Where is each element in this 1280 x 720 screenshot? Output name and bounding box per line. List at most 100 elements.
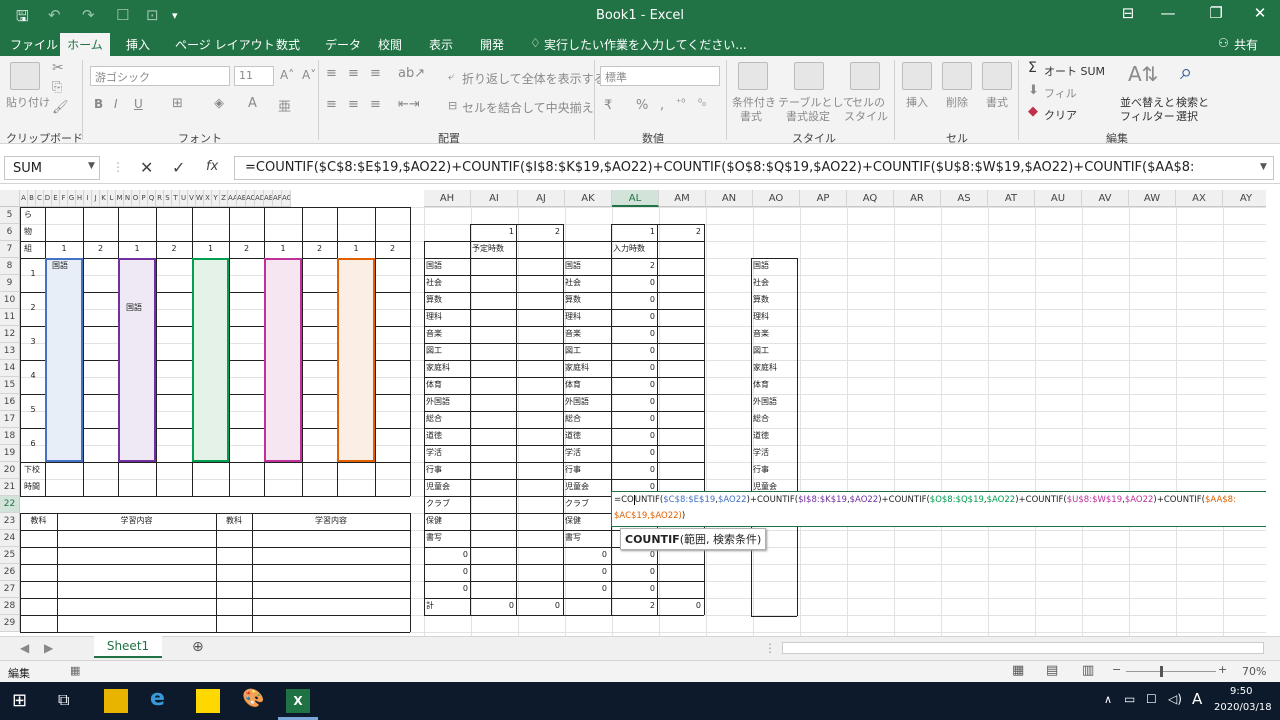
bold-icon[interactable]: B <box>94 97 103 111</box>
column-header[interactable]: AH <box>424 190 471 207</box>
column-header[interactable]: Y <box>212 190 220 207</box>
row-header[interactable]: 27 <box>0 581 20 598</box>
border-icon[interactable]: ⊞ <box>172 96 183 111</box>
cut-icon[interactable]: ✂ <box>52 60 64 76</box>
windows-start-icon[interactable]: ⊞ <box>12 690 27 711</box>
close-icon[interactable]: ✕ <box>1240 4 1280 22</box>
column-header[interactable]: AK <box>565 190 612 207</box>
row-header[interactable]: 26 <box>0 564 20 581</box>
phonetic-icon[interactable]: 亜 <box>278 96 291 115</box>
column-header[interactable]: AN <box>706 190 753 207</box>
zoom-in-icon[interactable]: + <box>1218 663 1227 676</box>
column-header[interactable]: E <box>52 190 60 207</box>
orientation-icon[interactable]: ab↗ <box>398 66 425 81</box>
tab-split-icon[interactable]: ⋮ <box>764 641 776 655</box>
row-header[interactable]: 19 <box>0 445 20 462</box>
row-header[interactable]: 29 <box>0 615 20 632</box>
clock-date[interactable]: 2020/03/18 <box>1214 702 1272 713</box>
fill-button[interactable]: フィル <box>1044 85 1077 101</box>
row-header[interactable]: 14 <box>0 360 20 377</box>
tab-page-layout[interactable]: ページ レイアウト <box>175 36 275 53</box>
ime-indicator[interactable]: A <box>1192 690 1202 708</box>
column-header[interactable]: AW <box>1129 190 1176 207</box>
show-hidden-icons-icon[interactable]: ∧ <box>1104 693 1112 706</box>
autosum-button[interactable]: オート SUM <box>1044 63 1105 79</box>
indent-icon[interactable]: ⇤⇥ <box>398 97 420 112</box>
align-middle-icon[interactable]: ≡ <box>348 66 359 81</box>
column-header[interactable]: AJ <box>518 190 565 207</box>
column-header[interactable]: AV <box>1082 190 1129 207</box>
shrink-font-icon[interactable]: A˅ <box>302 68 316 82</box>
row-header[interactable]: 11 <box>0 309 20 326</box>
column-header[interactable]: AL <box>612 190 659 207</box>
task-view-icon[interactable]: ⧉ <box>58 690 69 710</box>
column-header[interactable]: N <box>124 190 132 207</box>
row-header[interactable]: 20 <box>0 462 20 479</box>
next-sheet-icon[interactable]: ▶ <box>44 641 53 655</box>
cancel-icon[interactable]: ✕ <box>140 158 153 177</box>
paste-icon[interactable] <box>10 62 40 90</box>
align-top-icon[interactable]: ≡ <box>326 66 337 81</box>
column-header[interactable]: AC <box>246 190 255 207</box>
ribbon-display-icon[interactable]: ⊟ <box>1108 4 1148 22</box>
column-header[interactable]: AX <box>1176 190 1223 207</box>
tab-review[interactable]: 校閲 <box>378 36 402 53</box>
row-header[interactable]: 17 <box>0 411 20 428</box>
sort-filter-icon[interactable]: A⇅ <box>1128 62 1158 86</box>
function-tooltip[interactable]: COUNTIF(範囲, 検索条件) <box>620 528 767 550</box>
column-header[interactable]: AT <box>988 190 1035 207</box>
column-header[interactable]: L <box>108 190 116 207</box>
row-header[interactable]: 23 <box>0 513 20 530</box>
excel-icon[interactable]: X <box>286 689 310 713</box>
column-header[interactable]: A <box>20 190 28 207</box>
tab-file[interactable]: ファイル <box>10 36 58 53</box>
column-header[interactable]: C <box>36 190 44 207</box>
row-header[interactable]: 21 <box>0 479 20 496</box>
paint-icon[interactable]: 🎨 <box>242 688 264 709</box>
paste-button[interactable]: 貼り付け <box>6 94 50 110</box>
font-name-select[interactable]: 游ゴシック <box>90 66 230 86</box>
maximize-icon[interactable]: ❐ <box>1196 4 1236 22</box>
column-header[interactable]: H <box>76 190 84 207</box>
column-header[interactable]: AI <box>471 190 518 207</box>
column-header[interactable]: AM <box>659 190 706 207</box>
battery-icon[interactable]: ▭ <box>1124 692 1135 706</box>
tab-developer[interactable]: 開発 <box>480 36 504 53</box>
volume-icon[interactable]: ◁) <box>1168 692 1182 706</box>
align-center-icon[interactable]: ≡ <box>348 97 359 112</box>
row-header[interactable]: 12 <box>0 326 20 343</box>
increase-decimal-icon[interactable]: ⁺⁰ <box>676 98 685 109</box>
edit-cell[interactable]: =COUNTIF($C$8:$E$19,$AO22)+COUNTIF($I$8:… <box>611 491 1266 527</box>
copy-icon[interactable]: ⎘ <box>52 80 62 95</box>
file-explorer-icon[interactable] <box>104 689 128 713</box>
format-painter-icon[interactable]: 🖌 <box>52 100 69 115</box>
insert-cells-button[interactable]: 挿入 <box>906 94 928 110</box>
format-cells-button[interactable]: 書式 <box>986 94 1008 110</box>
expand-formula-icon[interactable]: ▼ <box>1260 162 1267 172</box>
column-header[interactable]: AQ <box>847 190 894 207</box>
column-header[interactable]: AD <box>255 190 264 207</box>
column-header[interactable]: S <box>164 190 172 207</box>
tab-formulas[interactable]: 数式 <box>276 36 300 53</box>
format-cells-icon[interactable] <box>982 62 1012 90</box>
font-size-select[interactable]: 11 <box>234 66 274 86</box>
tab-home[interactable]: ホーム <box>60 33 110 56</box>
column-header[interactable]: AY <box>1223 190 1266 207</box>
internet-explorer-icon[interactable]: e <box>150 686 165 711</box>
italic-icon[interactable]: I <box>114 97 118 111</box>
share-button[interactable]: 共有 <box>1234 36 1258 53</box>
grow-font-icon[interactable]: A˄ <box>280 68 294 82</box>
currency-icon[interactable]: ₹ <box>604 98 612 113</box>
row-header[interactable]: 18 <box>0 428 20 445</box>
horizontal-scrollbar[interactable] <box>782 642 1264 654</box>
name-box[interactable]: SUM <box>4 156 100 180</box>
column-header[interactable]: AB <box>237 190 246 207</box>
insert-function-icon[interactable]: fx <box>206 159 218 174</box>
page-layout-view-icon[interactable]: ▤ <box>1046 663 1058 678</box>
prev-sheet-icon[interactable]: ◀ <box>20 641 29 655</box>
zoom-out-icon[interactable]: − <box>1112 663 1121 676</box>
column-header[interactable]: AR <box>894 190 941 207</box>
format-table-icon[interactable] <box>794 62 824 90</box>
column-header[interactable]: AP <box>800 190 847 207</box>
fill-color-icon[interactable]: ◈ <box>214 96 224 111</box>
